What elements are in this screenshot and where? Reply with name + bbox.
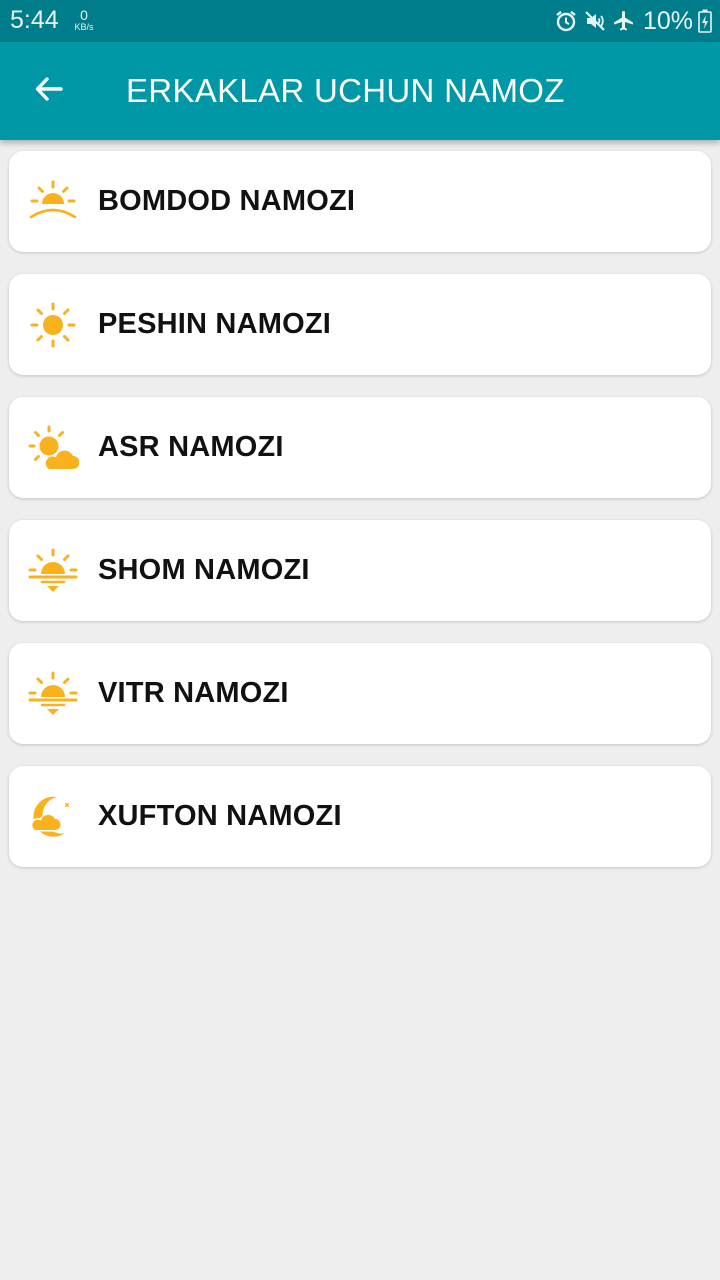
network-speed-value: 0	[80, 7, 88, 23]
network-speed: 0 KB/s	[70, 8, 98, 32]
mute-icon	[583, 9, 607, 33]
page-title: ERKAKLAR UCHUN NAMOZ	[126, 72, 565, 109]
prayer-item-asr[interactable]: ASR NAMOZI	[9, 397, 711, 498]
app-bar: ERKAKLAR UCHUN NAMOZ	[0, 42, 720, 140]
prayer-item-peshin[interactable]: PESHIN NAMOZI	[9, 274, 711, 375]
prayer-label: ASR NAMOZI	[98, 431, 284, 463]
prayer-item-shom[interactable]: SHOM NAMOZI	[9, 520, 711, 621]
moon-cloud-icon	[27, 794, 79, 840]
battery-percent: 10%	[642, 6, 693, 35]
sun-cloud-icon	[27, 425, 79, 471]
network-speed-unit: KB/s	[74, 22, 94, 32]
battery-charging-icon	[698, 9, 712, 33]
prayer-item-vitr[interactable]: VITR NAMOZI	[9, 643, 711, 744]
alarm-icon	[554, 9, 578, 33]
sunset-icon	[27, 548, 79, 594]
status-time: 5:44	[10, 6, 59, 34]
status-bar: 5:44 0 KB/s 10%	[0, 0, 720, 42]
prayer-label: PESHIN NAMOZI	[98, 308, 331, 340]
sun-icon	[27, 302, 79, 348]
arrow-left-icon	[33, 73, 65, 110]
airplane-mode-icon	[612, 9, 636, 33]
back-button[interactable]	[20, 69, 78, 113]
prayer-label: BOMDOD NAMOZI	[98, 185, 356, 217]
prayer-item-bomdod[interactable]: BOMDOD NAMOZI	[9, 151, 711, 252]
prayer-label: SHOM NAMOZI	[98, 554, 310, 586]
prayer-label: VITR NAMOZI	[98, 677, 289, 709]
sunset-icon	[27, 671, 79, 717]
status-icons: 10%	[554, 7, 712, 35]
prayer-label: XUFTON NAMOZI	[98, 800, 342, 832]
prayer-list: BOMDOD NAMOZI PESHIN NAMOZI ASR NAMOZI S…	[9, 151, 711, 889]
sunrise-icon	[27, 179, 79, 225]
prayer-item-xufton[interactable]: XUFTON NAMOZI	[9, 766, 711, 867]
